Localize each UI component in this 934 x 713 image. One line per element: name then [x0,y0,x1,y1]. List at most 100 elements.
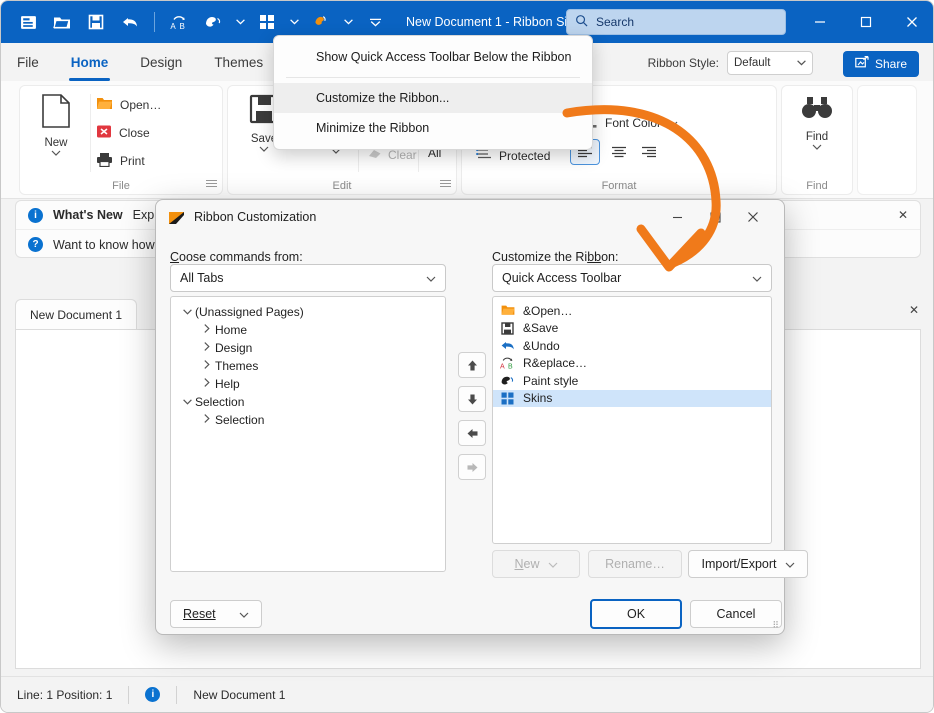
list-item-label: &Save [523,321,558,335]
svg-text:A: A [500,364,505,370]
open-menu-item[interactable]: Open… [92,91,165,119]
add-button[interactable] [458,420,486,446]
find-button-label: Find [806,131,828,143]
font-color-label: Font Color [605,116,661,130]
dialog-maximize-button[interactable] [696,201,734,233]
qat-overflow-icon[interactable] [358,6,392,38]
dialog-title-bar: Ribbon Customization [156,200,784,234]
remove-button[interactable] [458,454,486,480]
list-item[interactable]: &Open… [493,302,771,320]
skins-icon[interactable] [250,6,284,38]
align-center-button[interactable] [604,139,634,165]
customize-qat-chevron-down-icon[interactable] [338,6,358,38]
list-item[interactable]: ABR&eplace… [493,355,771,373]
info-icon[interactable]: i [145,687,160,702]
qat-separator [154,12,155,32]
ribbon-group-find: Find Find [781,85,853,195]
chevron-down-icon [797,57,806,69]
tree-node[interactable]: Selection [175,411,445,429]
search-input[interactable]: Search [566,9,786,35]
ribbon-style-value: Default [734,57,770,69]
dialog-minimize-button[interactable] [658,201,696,233]
import-export-button[interactable]: Import/Export [688,550,808,578]
svg-text:A: A [170,22,176,31]
list-item[interactable]: Skins [493,390,771,408]
chevron-down-icon[interactable] [179,307,195,318]
customize-qat-icon[interactable] [304,6,338,38]
share-button[interactable]: Share [843,51,919,77]
document-tab[interactable]: New Document 1 [15,299,137,329]
skins-chevron-down-icon[interactable] [284,6,304,38]
tab-design[interactable]: Design [124,45,198,81]
move-up-button[interactable] [458,352,486,378]
print-icon [96,152,113,170]
dialog-close-button[interactable] [734,201,772,233]
find-button-chevron-down-icon[interactable] [812,143,822,151]
customize-the-ribbon-select[interactable]: Quick Access Toolbar [492,264,772,292]
edit-group-dialog-launcher[interactable] [440,179,451,191]
tree-node[interactable]: Selection [175,393,445,411]
ok-button[interactable]: OK [590,599,682,629]
tab-home[interactable]: Home [55,45,125,81]
list-item[interactable]: &Undo [493,337,771,355]
move-down-button[interactable] [458,386,486,412]
replace-icon[interactable]: AB [162,6,196,38]
resize-grip[interactable]: ⠿ [772,620,780,631]
menu-item-minimize-ribbon[interactable]: Minimize the Ribbon [274,113,592,143]
find-button[interactable]: Find [787,86,847,151]
list-item[interactable]: Paint style [493,372,771,390]
tab-file[interactable]: File [1,45,55,81]
chevron-right-icon[interactable] [199,378,215,390]
ribbon-menu-icon[interactable] [11,6,45,38]
chevron-right-icon[interactable] [199,360,215,372]
menu-item-customize-ribbon[interactable]: Customize the Ribbon... [274,83,592,113]
undo-icon[interactable] [113,6,147,38]
font-color-chevron-down-icon[interactable] [668,114,678,132]
paint-style-icon [500,374,515,388]
reset-button[interactable]: Reset [170,600,262,628]
save-button-chevron-down-icon[interactable] [259,145,269,153]
choose-commands-from-select[interactable]: All Tabs [170,264,446,292]
open-icon[interactable] [45,6,79,38]
minimize-button[interactable] [797,1,843,43]
ribbon-group-find-label: Find [782,180,852,192]
cancel-button[interactable]: Cancel [690,600,782,628]
new-button-label: New [44,137,67,149]
tree-node[interactable]: Design [175,339,445,357]
replace-icon: AB [500,356,515,370]
chevron-right-icon[interactable] [199,414,215,426]
close-button[interactable] [889,1,934,43]
ribbon-items-list[interactable]: &Open…&Save&UndoABR&eplace…Paint styleSk… [492,296,772,544]
tree-node-label: (Unassigned Pages) [195,305,304,319]
ribbon-style-select[interactable]: Default [727,51,813,75]
new-button-chevron-down-icon[interactable] [51,149,61,157]
chevron-down-icon[interactable] [179,397,195,408]
new-button[interactable]: New [26,86,86,175]
commands-tree[interactable]: (Unassigned Pages) HomeDesignThemesHelp Se… [170,296,446,572]
menu-item-show-qat-below[interactable]: Show Quick Access Toolbar Below the Ribb… [274,42,592,72]
chevron-right-icon[interactable] [199,342,215,354]
tree-node[interactable]: Help [175,375,445,393]
align-right-button[interactable] [634,139,664,165]
maximize-button[interactable] [843,1,889,43]
close-icon[interactable]: ✕ [898,208,908,222]
document-tab-close-icon[interactable]: ✕ [909,303,919,317]
file-group-dialog-launcher[interactable] [206,179,217,191]
chevron-right-icon[interactable] [199,324,215,336]
tree-node[interactable]: Themes [175,357,445,375]
list-item[interactable]: &Save [493,320,771,338]
paint-style-icon[interactable] [196,6,230,38]
choose-commands-label: Coose commands from: [170,250,303,264]
search-icon [575,14,588,30]
tab-themes[interactable]: Themes [198,45,279,81]
print-menu-item[interactable]: Print [92,147,165,175]
font-color-button[interactable]: A Font Color [582,112,678,134]
tree-node[interactable]: (Unassigned Pages) [175,303,445,321]
paint-style-chevron-down-icon[interactable] [230,6,250,38]
close-menu-item[interactable]: Close [92,119,165,147]
cancel-label: Cancel [717,607,756,621]
tree-node[interactable]: Home [175,321,445,339]
save-icon[interactable] [79,6,113,38]
tree-node-label: Selection [195,395,244,409]
find-binoculars-icon [801,94,833,127]
